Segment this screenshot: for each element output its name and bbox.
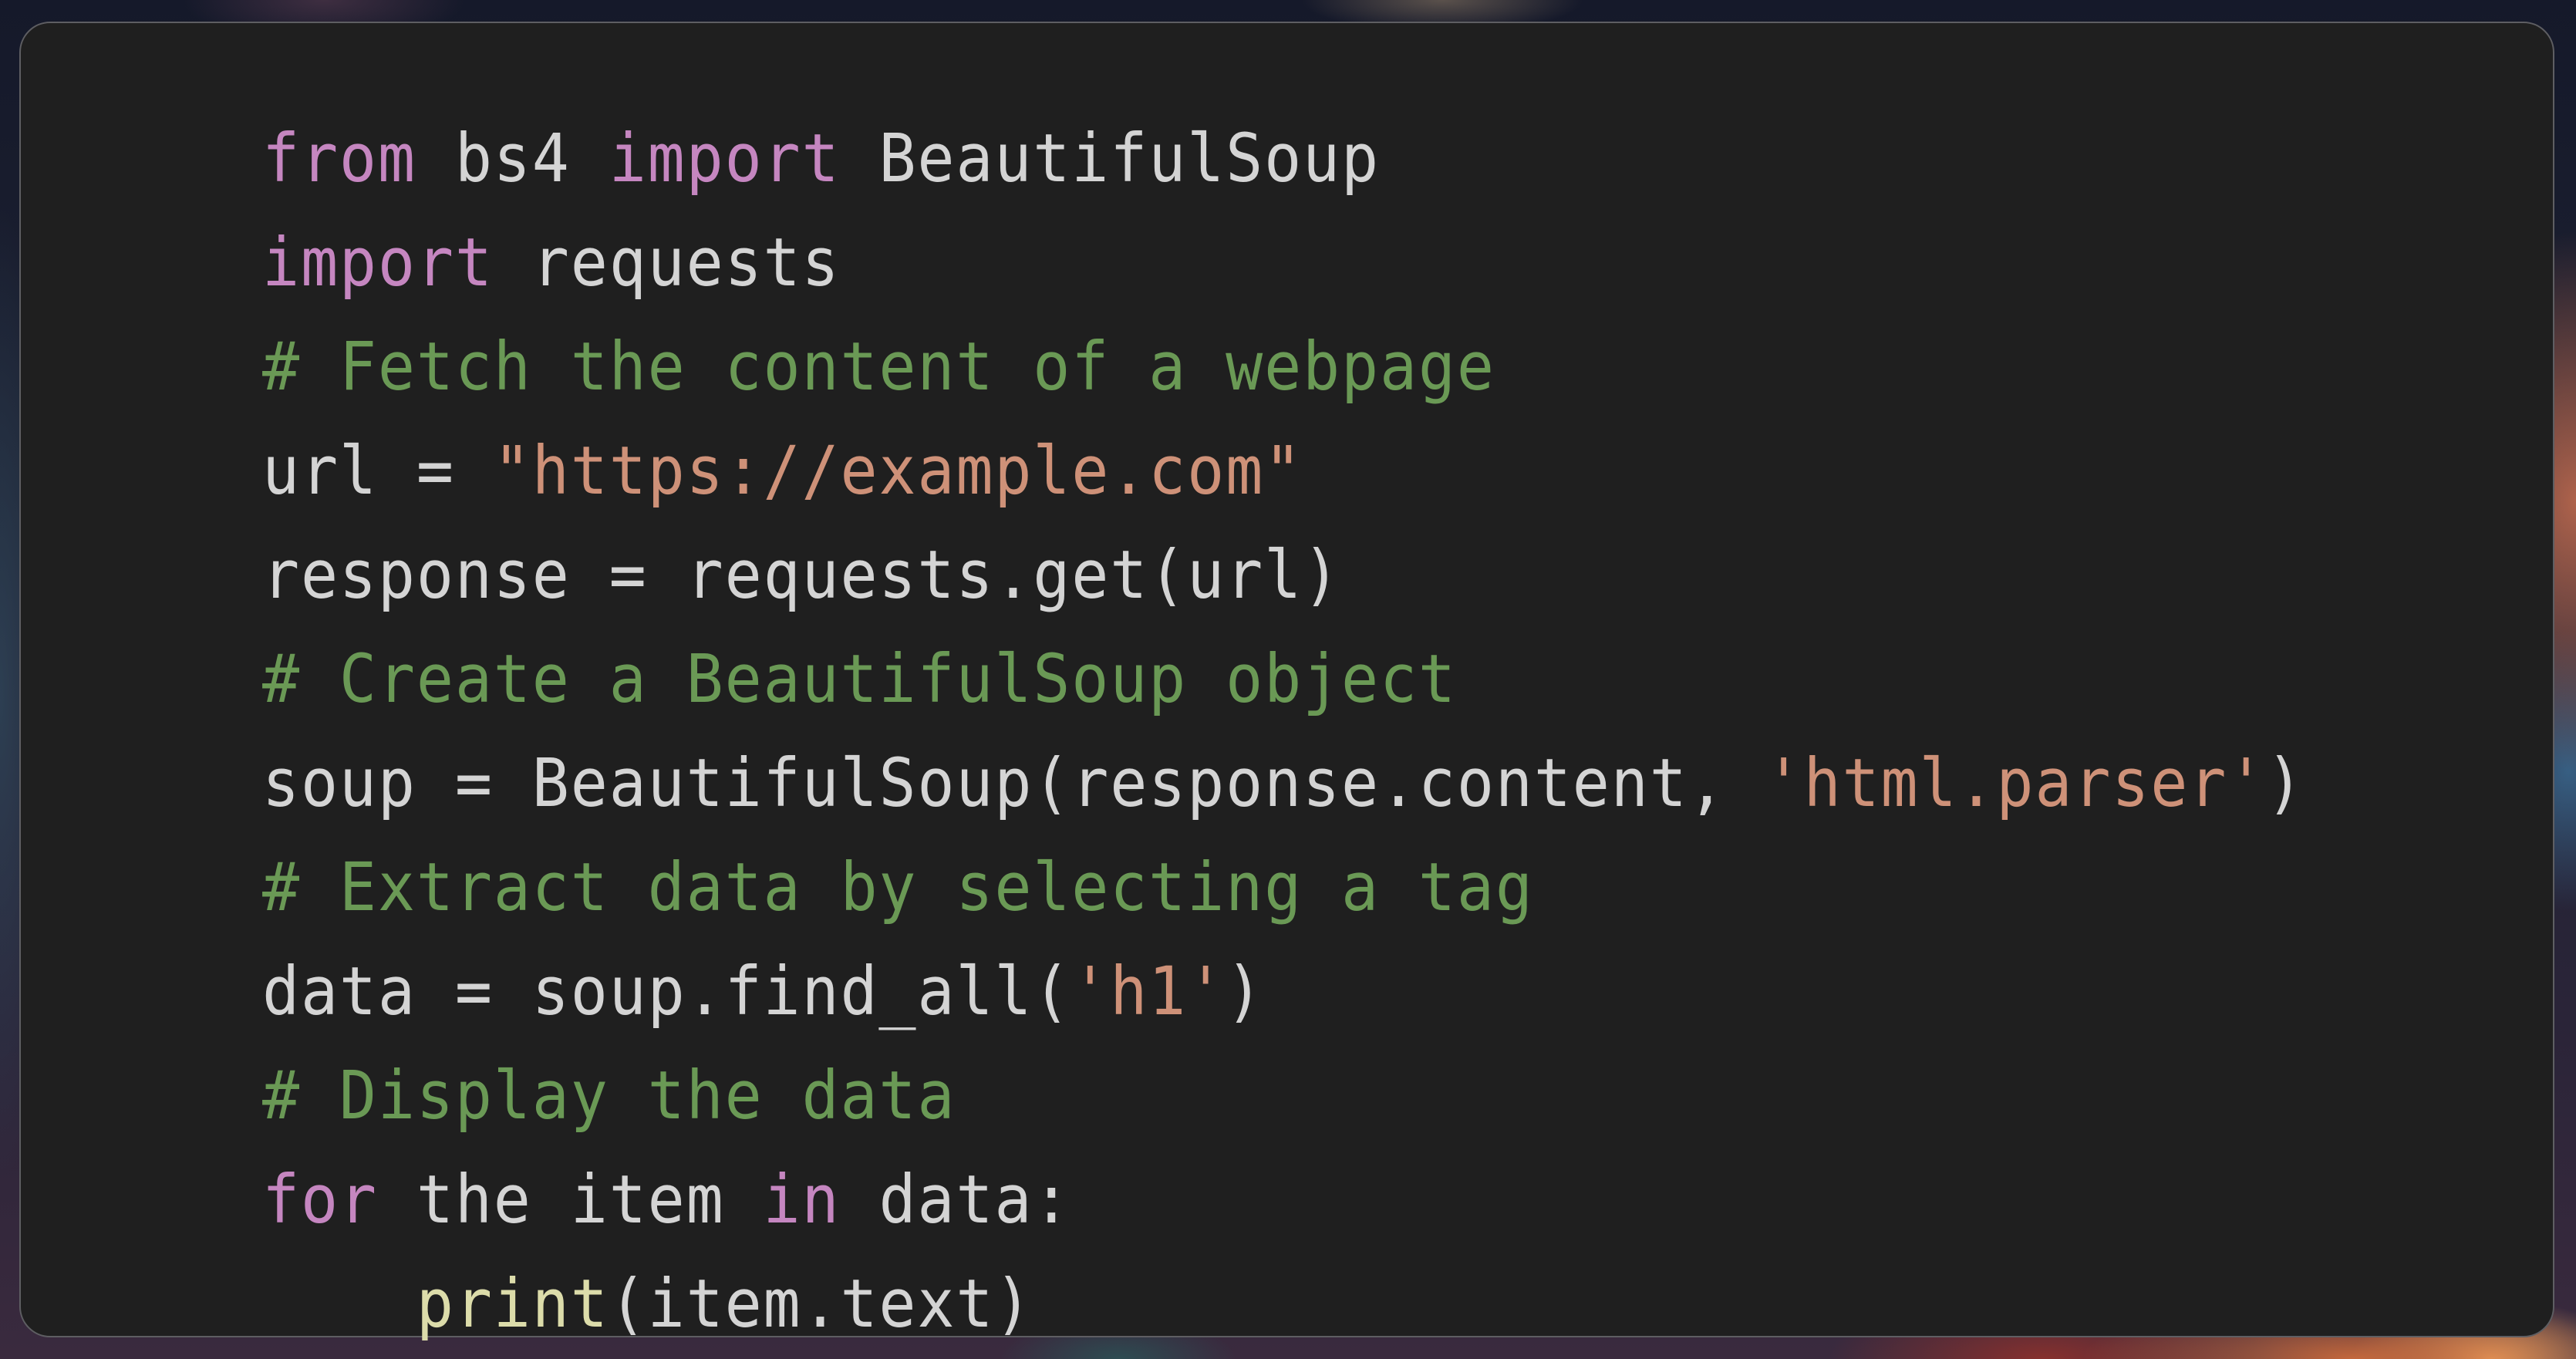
text-token: bs4	[416, 120, 609, 197]
string-token: 'h1'	[1071, 953, 1226, 1030]
code-line: soup = BeautifulSoup(response.content, '…	[262, 731, 2305, 835]
code-line: import requests	[262, 211, 2305, 315]
text-token: )	[1226, 953, 1265, 1030]
code-line: # Extract data by selecting a tag	[262, 835, 2305, 939]
string-token: 'html.parser'	[1765, 744, 2267, 822]
keyword-token: for	[262, 1161, 378, 1239]
code-line: response = requests.get(url)	[262, 523, 2305, 627]
comment-token: # Extract data by selecting a tag	[262, 848, 1534, 926]
code-line: print(item.text)	[262, 1252, 2305, 1356]
string-token: "https://example.com"	[493, 432, 1303, 510]
keyword-token: import	[262, 224, 494, 302]
text-token: )	[2266, 744, 2305, 822]
code-line: for the item in data:	[262, 1148, 2305, 1252]
code-block: from bs4 import BeautifulSoup import requ…	[262, 106, 2305, 1356]
text-token: (item.text)	[609, 1265, 1033, 1343]
text-token: requests	[493, 224, 841, 302]
text-token: data = soup.find_all(	[262, 953, 1072, 1030]
function-token: print	[416, 1265, 609, 1343]
code-line: url = "https://example.com"	[262, 419, 2305, 523]
text-token: data:	[840, 1161, 1072, 1239]
text-token: url =	[262, 432, 494, 510]
code-line: # Display the data	[262, 1044, 2305, 1148]
comment-token: # Display the data	[262, 1057, 956, 1135]
keyword-token: in	[763, 1161, 841, 1239]
code-line: # Create a BeautifulSoup object	[262, 627, 2305, 731]
code-line: # Fetch the content of a webpage	[262, 315, 2305, 419]
keyword-token: import	[609, 120, 841, 197]
keyword-token: from	[262, 120, 416, 197]
text-token: BeautifulSoup	[840, 120, 1380, 197]
comment-token: # Fetch the content of a webpage	[262, 328, 1495, 406]
code-line: from bs4 import BeautifulSoup	[262, 106, 2305, 211]
text-token: response = requests.get(url)	[262, 536, 1341, 614]
text-token: the item	[377, 1161, 764, 1239]
comment-token: # Create a BeautifulSoup object	[262, 640, 1457, 718]
code-line: data = soup.find_all('h1')	[262, 939, 2305, 1044]
text-token: soup = BeautifulSoup(response.content,	[262, 744, 1765, 822]
code-snippet-card: from bs4 import BeautifulSoup import requ…	[19, 22, 2554, 1343]
